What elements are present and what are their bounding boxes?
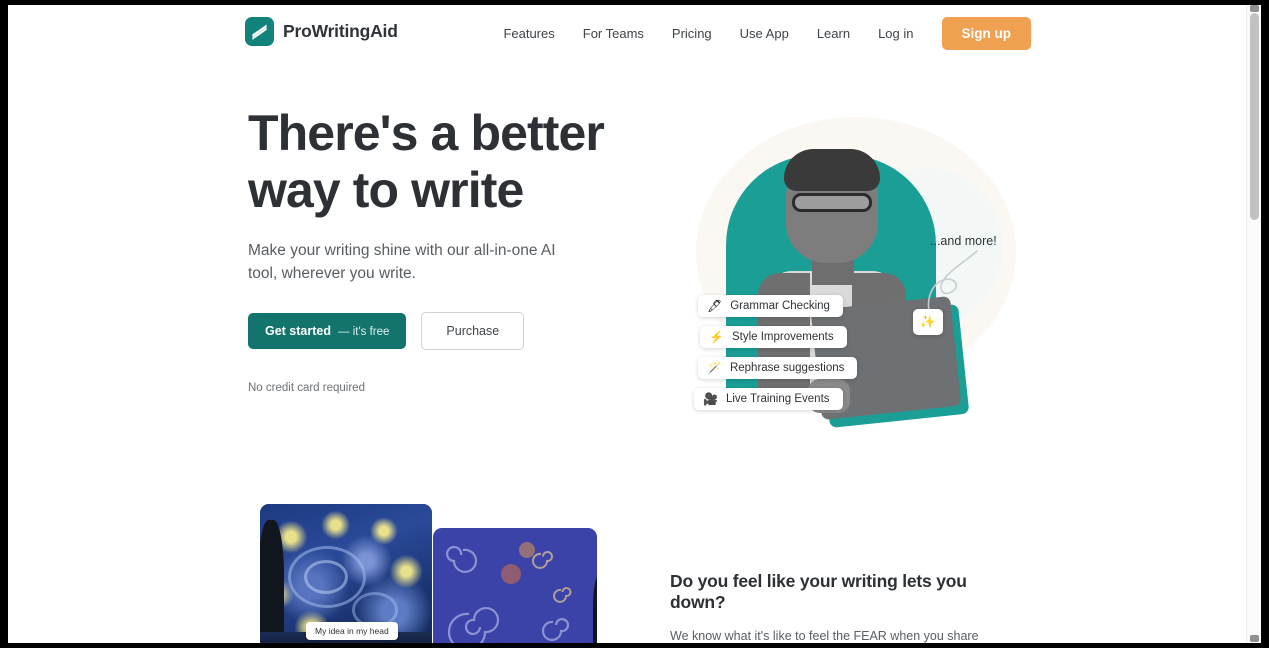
pointer-squiggle-icon xyxy=(927,250,978,312)
hero-actions: Get started — it's free Purchase xyxy=(248,312,638,350)
nav-item-log-in[interactable]: Log in xyxy=(864,19,927,48)
swirl-ring-inner xyxy=(304,560,348,594)
feature-chip-grammar-checking[interactable]: 🖋 Grammar Checking xyxy=(698,295,843,317)
and-more-label: ...and more! xyxy=(930,234,997,248)
simplified-starry-night-panel xyxy=(433,528,597,643)
feature-chip-label: Live Training Events xyxy=(725,393,830,405)
feature-chip-label: Style Improvements xyxy=(731,331,834,343)
lower-section-body: We know what it's like to feel the FEAR … xyxy=(670,629,979,643)
hero-section: There's a better way to write Make your … xyxy=(8,61,1246,471)
screen-frame: ProWritingAid Features For Teams Pricing… xyxy=(0,0,1269,648)
sign-up-button[interactable]: Sign up xyxy=(941,17,1031,50)
lightning-bolt-icon: ⚡ xyxy=(709,330,724,344)
brand-name: ProWritingAid xyxy=(283,21,398,41)
video-camera-icon: 🎥 xyxy=(703,392,718,406)
hero-illustration: ...and more! ✨ 🖋 Grammar Checking ⚡ Styl… xyxy=(668,107,1028,447)
panel-doodles xyxy=(445,542,572,643)
starry-night-painting: My idea in my head xyxy=(260,504,432,643)
nav-item-pricing[interactable]: Pricing xyxy=(658,19,726,48)
lower-section: My idea in my head Do you feel like your… xyxy=(8,471,1246,643)
feature-chip-style-improvements[interactable]: ⚡ Style Improvements xyxy=(700,326,847,348)
lower-section-title: Do you feel like your writing lets you d… xyxy=(670,571,967,612)
scrollbar-down-arrow[interactable] xyxy=(1250,635,1259,642)
purchase-button[interactable]: Purchase xyxy=(421,312,525,350)
main-navigation: Features For Teams Pricing Use App Learn… xyxy=(489,17,1031,50)
web-page: ProWritingAid Features For Teams Pricing… xyxy=(8,5,1246,643)
feature-chip-live-training-events[interactable]: 🎥 Live Training Events xyxy=(694,388,843,410)
get-started-button[interactable]: Get started — it's free xyxy=(248,313,407,349)
cypress-tree xyxy=(260,520,284,643)
nav-item-features[interactable]: Features xyxy=(489,19,568,48)
lower-copy: Do you feel like your writing lets you d… xyxy=(670,571,1022,643)
glasses-icon xyxy=(792,193,872,212)
get-started-note: — it's free xyxy=(338,326,390,338)
site-header: ProWritingAid Features For Teams Pricing… xyxy=(8,5,1246,61)
sparkles-icon: ✨ xyxy=(913,309,943,335)
sparkles-glyph: ✨ xyxy=(919,314,937,329)
nav-item-learn[interactable]: Learn xyxy=(803,19,864,48)
page-scrollbar[interactable] xyxy=(1246,5,1261,643)
feature-chip-label: Grammar Checking xyxy=(730,300,830,312)
stacked-books-icon xyxy=(245,17,274,46)
hero-title: There's a better way to write xyxy=(248,105,605,218)
magic-wand-icon: 🪄 xyxy=(707,361,722,375)
person-hair xyxy=(784,149,880,191)
get-started-label: Get started xyxy=(265,324,331,338)
scrollbar-thumb[interactable] xyxy=(1250,13,1259,220)
browser-viewport: ProWritingAid Features For Teams Pricing… xyxy=(8,5,1261,643)
idea-caption-tag: My idea in my head xyxy=(306,622,398,640)
nav-item-for-teams[interactable]: For Teams xyxy=(569,19,658,48)
feather-pen-icon: 🖋 xyxy=(707,299,723,313)
feature-chip-label: Rephrase suggestions xyxy=(729,362,845,374)
nav-item-use-app[interactable]: Use App xyxy=(726,19,803,48)
feature-chip-rephrase-suggestions[interactable]: 🪄 Rephrase suggestions xyxy=(698,357,858,379)
no-credit-card-note: No credit card required xyxy=(248,382,365,394)
brand-logo[interactable]: ProWritingAid xyxy=(245,17,398,46)
hero-subtitle: Make your writing shine with our all-in-… xyxy=(248,242,556,282)
scrollbar-up-arrow[interactable] xyxy=(1250,5,1259,12)
hero-copy: There's a better way to write Make your … xyxy=(248,105,638,394)
